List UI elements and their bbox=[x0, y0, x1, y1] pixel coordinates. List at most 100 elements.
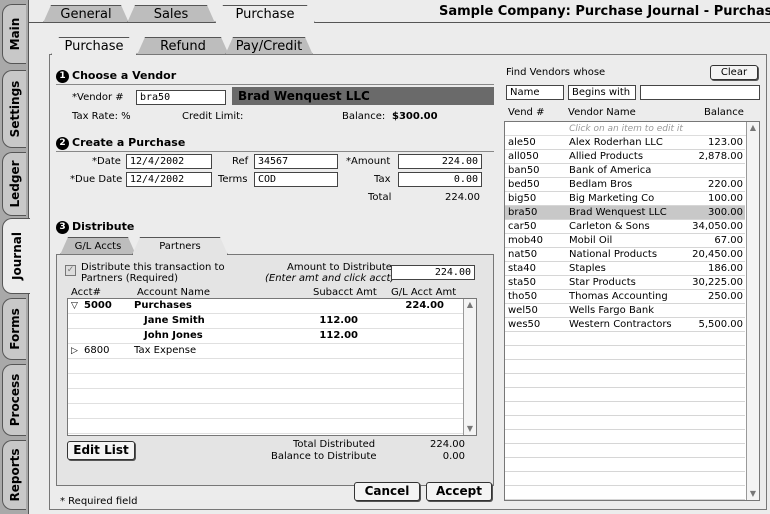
vendor-row[interactable]: nat50 National Products 20,450.00 bbox=[505, 248, 745, 262]
tab-general[interactable]: General bbox=[43, 5, 129, 23]
col-subacct-amt: Subacct Amt bbox=[313, 287, 377, 298]
vendor-row[interactable]: all050 Allied Products 2,878.00 bbox=[505, 150, 745, 164]
subtab-pay-credit[interactable]: Pay/Credit bbox=[225, 37, 313, 55]
vendor-row[interactable] bbox=[505, 346, 745, 360]
vendor-balance: 5,500.00 bbox=[698, 319, 743, 330]
subtab-purchase[interactable]: Purchase bbox=[51, 37, 137, 55]
vendor-row[interactable]: sta40 Staples 186.00 bbox=[505, 262, 745, 276]
tab-settings[interactable]: Settings bbox=[2, 70, 26, 148]
distribution-row[interactable] bbox=[68, 404, 464, 419]
vendor-row[interactable] bbox=[505, 416, 745, 430]
distribution-row[interactable] bbox=[68, 359, 464, 374]
vendor-number-input[interactable]: bra50 bbox=[136, 90, 226, 105]
vendor-row[interactable]: tho50 Thomas Accounting 250.00 bbox=[505, 290, 745, 304]
vendor-row[interactable] bbox=[505, 402, 745, 416]
distribution-row[interactable]: Jane Smith 112.00 bbox=[68, 314, 464, 329]
tab-sales[interactable]: Sales bbox=[127, 5, 215, 23]
distribution-row[interactable] bbox=[68, 374, 464, 389]
tab-reports[interactable]: Reports bbox=[2, 440, 26, 510]
tab-label: Settings bbox=[7, 80, 22, 138]
vendor-number: sta50 bbox=[508, 277, 536, 288]
vendor-row[interactable]: car50 Carleton & Sons 34,050.00 bbox=[505, 220, 745, 234]
vendor-row[interactable] bbox=[505, 388, 745, 402]
find-operator-select[interactable]: Begins with bbox=[568, 85, 636, 100]
vendor-balance: 186.00 bbox=[708, 263, 743, 274]
main-panel: General Sales Purchase Sample Company: P… bbox=[28, 0, 770, 514]
vendor-row[interactable] bbox=[505, 332, 745, 346]
tab-main[interactable]: Main bbox=[2, 4, 26, 64]
vendor-name: National Products bbox=[569, 249, 658, 260]
vendor-row[interactable] bbox=[505, 444, 745, 458]
tab-ledger[interactable]: Ledger bbox=[2, 152, 26, 216]
scroll-down-icon[interactable]: ▼ bbox=[465, 424, 475, 434]
tab-partners[interactable]: Partners bbox=[132, 237, 228, 255]
vendor-row[interactable] bbox=[505, 472, 745, 486]
distribution-row[interactable]: John Jones 112.00 bbox=[68, 329, 464, 344]
amount-to-distribute-input[interactable]: 224.00 bbox=[391, 265, 475, 280]
vendor-row[interactable]: ale50 Alex Roderhan LLC 123.00 bbox=[505, 136, 745, 150]
cancel-button[interactable]: Cancel bbox=[354, 482, 420, 501]
scroll-down-icon[interactable]: ▼ bbox=[748, 489, 758, 499]
tab-forms[interactable]: Forms bbox=[2, 298, 26, 360]
ref-input[interactable]: 34567 bbox=[254, 154, 338, 169]
expanded-triangle-icon[interactable]: ▽ bbox=[71, 299, 78, 313]
vendor-label: *Vendor # bbox=[72, 92, 124, 103]
vendor-number: big50 bbox=[508, 193, 537, 204]
distribute-checkbox[interactable]: ✓ bbox=[65, 265, 76, 276]
vendor-row[interactable] bbox=[505, 374, 745, 388]
vendor-number: wes50 bbox=[508, 319, 541, 330]
scroll-up-icon[interactable]: ▲ bbox=[748, 123, 758, 133]
vendor-row[interactable] bbox=[505, 486, 745, 500]
vendor-scrollbar[interactable]: ▲ ▼ bbox=[746, 122, 759, 500]
vendor-row[interactable]: mob40 Mobil Oil 67.00 bbox=[505, 234, 745, 248]
collapsed-triangle-icon[interactable]: ▷ bbox=[71, 344, 78, 358]
vendor-row[interactable]: big50 Big Marketing Co 100.00 bbox=[505, 192, 745, 206]
vendor-row[interactable]: bed50 Bedlam Bros 220.00 bbox=[505, 178, 745, 192]
vendor-name: Star Products bbox=[569, 277, 636, 288]
distribution-list[interactable]: ▽ 5000 Purchases 224.00 Jane Smith 112.00 John… bbox=[67, 298, 477, 436]
amount-input[interactable]: 224.00 bbox=[398, 154, 482, 169]
subtab-refund[interactable]: Refund bbox=[137, 37, 229, 55]
vendor-row[interactable]: sta50 Star Products 30,225.00 bbox=[505, 276, 745, 290]
date-input[interactable]: 12/4/2002 bbox=[126, 154, 212, 169]
tab-label: Process bbox=[7, 373, 22, 427]
vendor-name: Mobil Oil bbox=[569, 235, 613, 246]
vendor-number: ban50 bbox=[508, 165, 540, 176]
left-tab-bar: Main Settings Ledger Journal Forms Proce… bbox=[0, 0, 30, 514]
clear-button[interactable]: Clear bbox=[710, 65, 758, 80]
tab-journal[interactable]: Journal bbox=[2, 218, 30, 294]
amount-to-distribute-hint: (Enter amt and click acct) bbox=[265, 273, 395, 284]
accept-button[interactable]: Accept bbox=[426, 482, 492, 501]
tax-input[interactable]: 0.00 bbox=[398, 172, 482, 187]
distribution-row[interactable] bbox=[68, 389, 464, 404]
vendor-row[interactable] bbox=[505, 430, 745, 444]
find-value-input[interactable] bbox=[640, 85, 760, 100]
terms-input[interactable]: COD bbox=[254, 172, 338, 187]
vendor-row[interactable]: ban50 Bank of America bbox=[505, 164, 745, 178]
vendor-row[interactable] bbox=[505, 458, 745, 472]
find-field-select[interactable]: Name bbox=[506, 85, 564, 100]
edit-list-button[interactable]: Edit List bbox=[67, 441, 135, 460]
tab-process[interactable]: Process bbox=[2, 364, 26, 436]
tab-purchase[interactable]: Purchase bbox=[215, 5, 315, 23]
balance-label: Balance: bbox=[342, 111, 386, 122]
scroll-up-icon[interactable]: ▲ bbox=[465, 300, 475, 310]
vendor-row[interactable]: wel50 Wells Fargo Bank bbox=[505, 304, 745, 318]
vendor-number: ale50 bbox=[508, 137, 536, 148]
account-name: John Jones bbox=[144, 330, 203, 341]
vendor-row[interactable]: wes50 Western Contractors 5,500.00 bbox=[505, 318, 745, 332]
vendor-list[interactable]: Click on an item to edit it ale50 Alex Ro… bbox=[504, 121, 760, 501]
section-title: Distribute bbox=[72, 220, 135, 233]
distribution-row[interactable]: ▽ 5000 Purchases 224.00 bbox=[68, 299, 464, 314]
vendor-row[interactable] bbox=[505, 360, 745, 374]
distribution-scrollbar[interactable]: ▲ ▼ bbox=[463, 299, 476, 435]
vendor-row[interactable]: bra50 Brad Wenquest LLC 300.00 bbox=[505, 206, 745, 220]
vendor-list-hint: Click on an item to edit it bbox=[505, 122, 747, 136]
vendor-number: bed50 bbox=[508, 179, 540, 190]
due-date-input[interactable]: 12/4/2002 bbox=[126, 172, 212, 187]
vendor-number: wel50 bbox=[508, 305, 538, 316]
distribution-row[interactable] bbox=[68, 419, 464, 434]
distribution-row[interactable]: ▷ 6800 Tax Expense bbox=[68, 344, 464, 359]
divider bbox=[56, 151, 494, 152]
tab-gl-accts[interactable]: G/L Accts bbox=[60, 237, 136, 255]
